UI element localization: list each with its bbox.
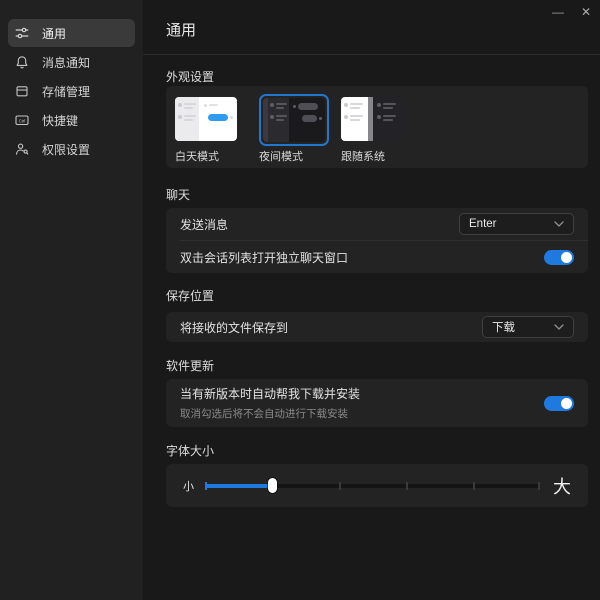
font-max-label: 大 — [553, 473, 571, 499]
font-size-slider[interactable] — [205, 478, 540, 493]
toggle-knob — [561, 252, 572, 263]
person-lock-icon — [15, 142, 29, 156]
slider-tick — [339, 482, 341, 490]
tune-icon — [15, 26, 29, 40]
save-to-row: 将接收的文件保存到 下载 — [166, 312, 588, 342]
send-message-label: 发送消息 — [180, 216, 228, 233]
slider-tick — [406, 482, 408, 490]
auto-update-sublabel: 取消勾选后将不会自动进行下载安装 — [180, 406, 360, 421]
slider-start-cap — [205, 482, 207, 490]
send-message-value: Enter — [469, 218, 497, 230]
sidebar-item-shortcuts[interactable]: Ctrl 快捷键 — [8, 106, 135, 134]
double-click-row: 双击会话列表打开独立聊天窗口 — [166, 241, 588, 273]
settings-main: 通用 外观设置 白天模式 — [143, 0, 600, 600]
save-section-label: 保存位置 — [166, 290, 588, 303]
sidebar-item-storage[interactable]: 存储管理 — [8, 77, 135, 105]
auto-update-toggle[interactable] — [544, 396, 574, 411]
day-mode-preview — [175, 97, 237, 141]
slider-handle[interactable] — [268, 478, 277, 493]
theme-option-night[interactable]: 夜间模式 — [259, 94, 329, 168]
sidebar-item-label: 通用 — [42, 25, 66, 42]
update-section-label: 软件更新 — [166, 360, 588, 373]
theme-label-day: 白天模式 — [175, 148, 237, 164]
theme-label-night: 夜间模式 — [259, 148, 329, 164]
minimize-icon: — — [552, 5, 564, 19]
auto-update-label: 当有新版本时自动帮我下载并安装 — [180, 385, 360, 402]
update-card: 当有新版本时自动帮我下载并安装 取消勾选后将不会自动进行下载安装 — [166, 379, 588, 427]
toggle-knob — [561, 398, 572, 409]
sidebar: 通用 消息通知 存储管理 Ctrl 快捷键 权限设置 — [0, 0, 143, 600]
sidebar-item-label: 权限设置 — [42, 141, 90, 158]
appearance-card: 白天模式 夜间模式 — [166, 86, 588, 168]
sidebar-item-notifications[interactable]: 消息通知 — [8, 48, 135, 76]
chat-card: 发送消息 Enter 双击会话列表打开独立聊天窗口 — [166, 208, 588, 273]
selected-theme-border — [259, 94, 329, 146]
send-message-row: 发送消息 Enter — [166, 208, 588, 240]
font-min-label: 小 — [183, 478, 194, 494]
double-click-toggle[interactable] — [544, 250, 574, 265]
sidebar-item-label: 存储管理 — [42, 83, 90, 100]
save-to-value: 下载 — [492, 319, 515, 335]
page-title: 通用 — [143, 0, 600, 40]
sidebar-item-general[interactable]: 通用 — [8, 19, 135, 47]
slider-fill — [205, 484, 272, 488]
chevron-down-icon — [554, 221, 564, 227]
auto-update-text: 当有新版本时自动帮我下载并安装 取消勾选后将不会自动进行下载安装 — [180, 385, 360, 421]
storage-icon — [15, 84, 29, 98]
font-section-label: 字体大小 — [166, 445, 588, 458]
double-click-label: 双击会话列表打开独立聊天窗口 — [180, 249, 348, 266]
follow-system-preview — [341, 97, 403, 141]
font-size-card: 小 大 — [166, 464, 588, 507]
close-button[interactable]: ✕ — [572, 1, 600, 23]
chat-section-label: 聊天 — [166, 189, 588, 202]
minimize-button[interactable]: — — [544, 1, 572, 23]
save-to-label: 将接收的文件保存到 — [180, 319, 288, 336]
sidebar-item-label: 消息通知 — [42, 54, 90, 71]
theme-label-system: 跟随系统 — [341, 148, 403, 164]
svg-text:Ctrl: Ctrl — [19, 118, 26, 123]
slider-tick — [473, 482, 475, 490]
ctrl-key-icon: Ctrl — [15, 113, 29, 127]
chevron-down-icon — [554, 324, 564, 330]
save-card: 将接收的文件保存到 下载 — [166, 312, 588, 342]
sidebar-item-permissions[interactable]: 权限设置 — [8, 135, 135, 163]
titlebar: — ✕ — [544, 0, 600, 24]
send-message-select[interactable]: Enter — [459, 213, 574, 235]
blue-bubble — [208, 114, 228, 121]
sidebar-item-label: 快捷键 — [42, 112, 78, 129]
slider-tick — [538, 482, 540, 490]
close-icon: ✕ — [581, 5, 591, 19]
save-to-select[interactable]: 下载 — [482, 316, 574, 338]
bell-icon — [15, 55, 29, 69]
night-mode-preview — [263, 98, 325, 142]
theme-option-day[interactable]: 白天模式 — [175, 94, 237, 168]
appearance-section-label: 外观设置 — [166, 71, 588, 84]
theme-option-system[interactable]: 跟随系统 — [341, 94, 403, 168]
